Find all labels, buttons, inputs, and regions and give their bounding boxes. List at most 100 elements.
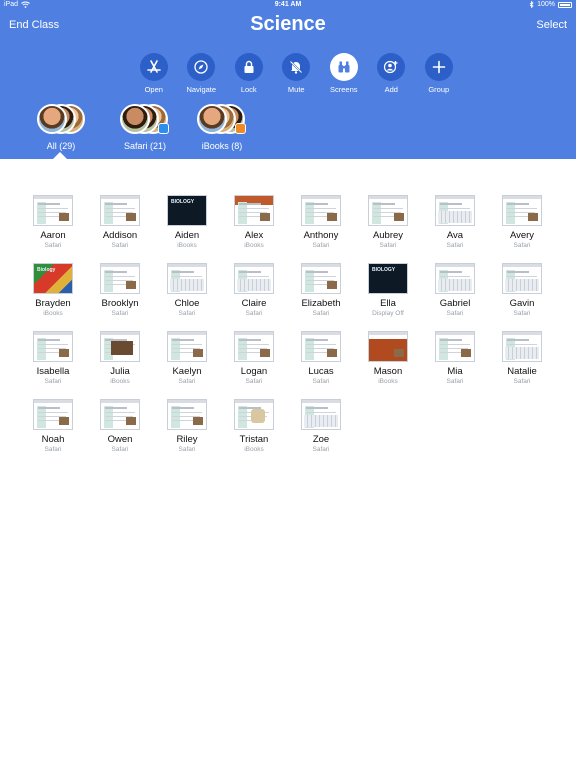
avatar [120,104,150,134]
student-tile[interactable]: Owen Safari [100,399,140,453]
student-app: Safari [312,310,330,317]
group-ibooks-label: iBooks (8) [201,141,243,151]
student-tile[interactable]: Aaron Safari [33,195,73,249]
student-name: Avery [509,230,535,241]
student-tile[interactable]: Addison Safari [100,195,140,249]
student-tile[interactable]: BIOLOGY Ella Display Off [368,263,408,317]
student-tile[interactable]: Avery Safari [502,195,542,249]
screen-thumbnail[interactable] [435,331,475,362]
student-app: iBooks [110,378,130,385]
student-app: Safari [44,378,62,385]
screen-thumbnail[interactable]: BIOLOGY [167,195,207,226]
screen-thumbnail[interactable] [368,331,408,362]
screen-thumbnail[interactable] [100,331,140,362]
avatar [37,104,67,134]
screens-button[interactable]: Screens [320,53,368,94]
screen-thumbnail[interactable]: BIOLOGY [368,263,408,294]
screen-thumbnail[interactable] [301,399,341,430]
student-tile[interactable]: Alex iBooks [234,195,274,249]
bluetooth-icon [529,1,534,8]
lock-button[interactable]: Lock [225,53,273,94]
student-name: Addison [102,230,138,241]
screen-thumbnail[interactable] [33,195,73,226]
screen-thumbnail[interactable] [502,331,542,362]
bell-muted-icon [290,60,303,74]
screen-thumbnail[interactable]: Biology [33,263,73,294]
open-label: Open [144,85,163,94]
student-name: Aubrey [372,230,404,241]
lock-label: Lock [240,85,257,94]
screen-thumbnail[interactable] [502,263,542,294]
student-tile[interactable]: Anthony Safari [301,195,341,249]
select-button[interactable]: Select [536,19,567,31]
student-name: Brooklyn [101,298,139,309]
student-tile[interactable]: Claire Safari [234,263,274,317]
student-app: iBooks [244,242,264,249]
binoculars-icon [338,61,350,73]
group-button[interactable]: Group [415,53,463,94]
student-app: Safari [178,446,196,453]
student-tile[interactable]: Mia Safari [435,331,475,385]
open-button[interactable]: Open [130,53,178,94]
student-tile[interactable]: Gavin Safari [502,263,542,317]
student-tile[interactable]: Natalie Safari [502,331,542,385]
student-name: Mason [373,366,403,377]
screen-thumbnail[interactable] [435,195,475,226]
student-app: Safari [312,242,330,249]
group-safari[interactable]: Safari (21) [109,104,181,151]
student-tile[interactable]: Aubrey Safari [368,195,408,249]
student-tile[interactable]: Noah Safari [33,399,73,453]
student-tile[interactable]: BIOLOGY Aiden iBooks [167,195,207,249]
screen-thumbnail[interactable] [234,263,274,294]
screen-thumbnail[interactable] [33,399,73,430]
student-tile[interactable]: Isabella Safari [33,331,73,385]
screen-thumbnail[interactable] [435,263,475,294]
screen-thumbnail[interactable] [301,331,341,362]
student-name: Anthony [303,230,339,241]
student-tile[interactable]: Gabriel Safari [435,263,475,317]
screen-thumbnail[interactable] [234,331,274,362]
clock: 9:41 AM [274,1,302,8]
student-tile[interactable]: Tristan iBooks [234,399,274,453]
student-tile[interactable]: Logan Safari [234,331,274,385]
mute-button[interactable]: Mute [273,53,321,94]
screen-thumbnail[interactable] [33,331,73,362]
student-name: Julia [110,366,130,377]
navigate-label: Navigate [186,85,217,94]
student-name: Lucas [308,366,334,377]
screen-thumbnail[interactable] [100,195,140,226]
student-name: Zoe [312,434,330,445]
student-grid: Aaron Safari Addison Safari BIOLOGY Aiden iBoo… [33,195,569,453]
student-tile[interactable]: Kaelyn Safari [167,331,207,385]
screen-thumbnail[interactable] [100,263,140,294]
student-tile[interactable]: Zoe Safari [301,399,341,453]
group-ibooks[interactable]: iBooks (8) [193,104,251,151]
student-name: Logan [240,366,268,377]
screen-thumbnail[interactable] [234,399,274,430]
selected-group-indicator [53,152,67,159]
screen-thumbnail[interactable] [100,399,140,430]
student-tile[interactable]: Ava Safari [435,195,475,249]
student-tile[interactable]: Julia iBooks [100,331,140,385]
screen-thumbnail[interactable] [234,195,274,226]
student-tile[interactable]: Elizabeth Safari [301,263,341,317]
navigate-button[interactable]: Navigate [178,53,226,94]
student-app: Safari [513,378,531,385]
student-tile[interactable]: Biology Brayden iBooks [33,263,73,317]
group-avatars [120,104,170,136]
student-name: Riley [176,434,198,445]
student-tile[interactable]: Mason iBooks [368,331,408,385]
screen-thumbnail[interactable] [167,399,207,430]
screen-thumbnail[interactable] [301,195,341,226]
group-all[interactable]: All (29) [34,104,88,151]
screen-thumbnail[interactable] [167,263,207,294]
student-tile[interactable]: Brooklyn Safari [100,263,140,317]
student-tile[interactable]: Riley Safari [167,399,207,453]
screen-thumbnail[interactable] [502,195,542,226]
student-tile[interactable]: Chloe Safari [167,263,207,317]
screen-thumbnail[interactable] [368,195,408,226]
screen-thumbnail[interactable] [301,263,341,294]
student-tile[interactable]: Lucas Safari [301,331,341,385]
screen-thumbnail[interactable] [167,331,207,362]
add-button[interactable]: Add [368,53,416,94]
